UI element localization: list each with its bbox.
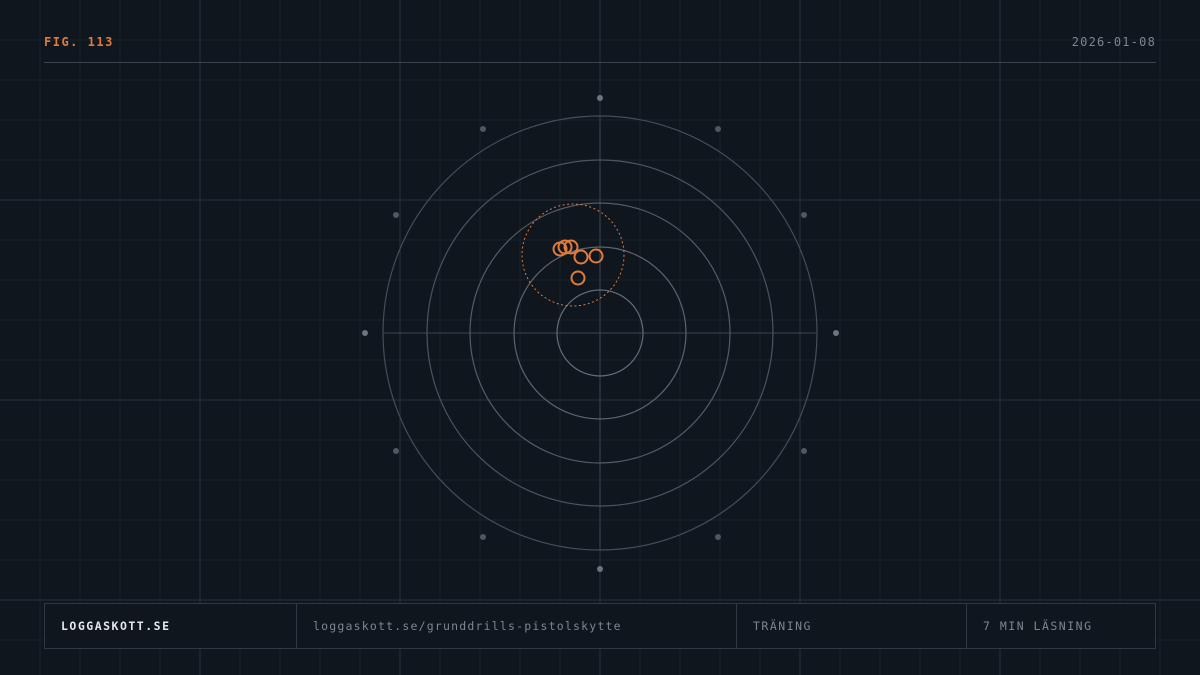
figure-label: FIG. 113 (44, 35, 114, 49)
marker-dot (480, 126, 486, 132)
shot-hole-icon (570, 270, 586, 286)
marker-dot (801, 448, 807, 454)
target-icon (362, 95, 839, 572)
shot-hole-icon (573, 249, 589, 265)
category-tag: TRÄNING (736, 604, 966, 648)
site-name[interactable]: LOGGASKOTT.SE (45, 604, 296, 648)
marker-dot (480, 534, 486, 540)
marker-dot (362, 330, 368, 336)
marker-dot (833, 330, 839, 336)
footer-bar: LOGGASKOTT.SE loggaskott.se/grunddrills-… (44, 603, 1156, 649)
marker-dot (801, 212, 807, 218)
background-grid (0, 0, 1200, 675)
marker-dot (597, 566, 603, 572)
read-time: 7 MIN LÄSNING (966, 604, 1155, 648)
shot-hole-icon (588, 248, 604, 264)
marker-dot (597, 95, 603, 101)
article-url[interactable]: loggaskott.se/grunddrills-pistolskytte (296, 604, 736, 648)
marker-dot (393, 448, 399, 454)
marker-dot (715, 126, 721, 132)
header-divider (44, 62, 1156, 63)
marker-dot (393, 212, 399, 218)
publish-date: 2026-01-08 (1071, 35, 1156, 49)
marker-dot (715, 534, 721, 540)
